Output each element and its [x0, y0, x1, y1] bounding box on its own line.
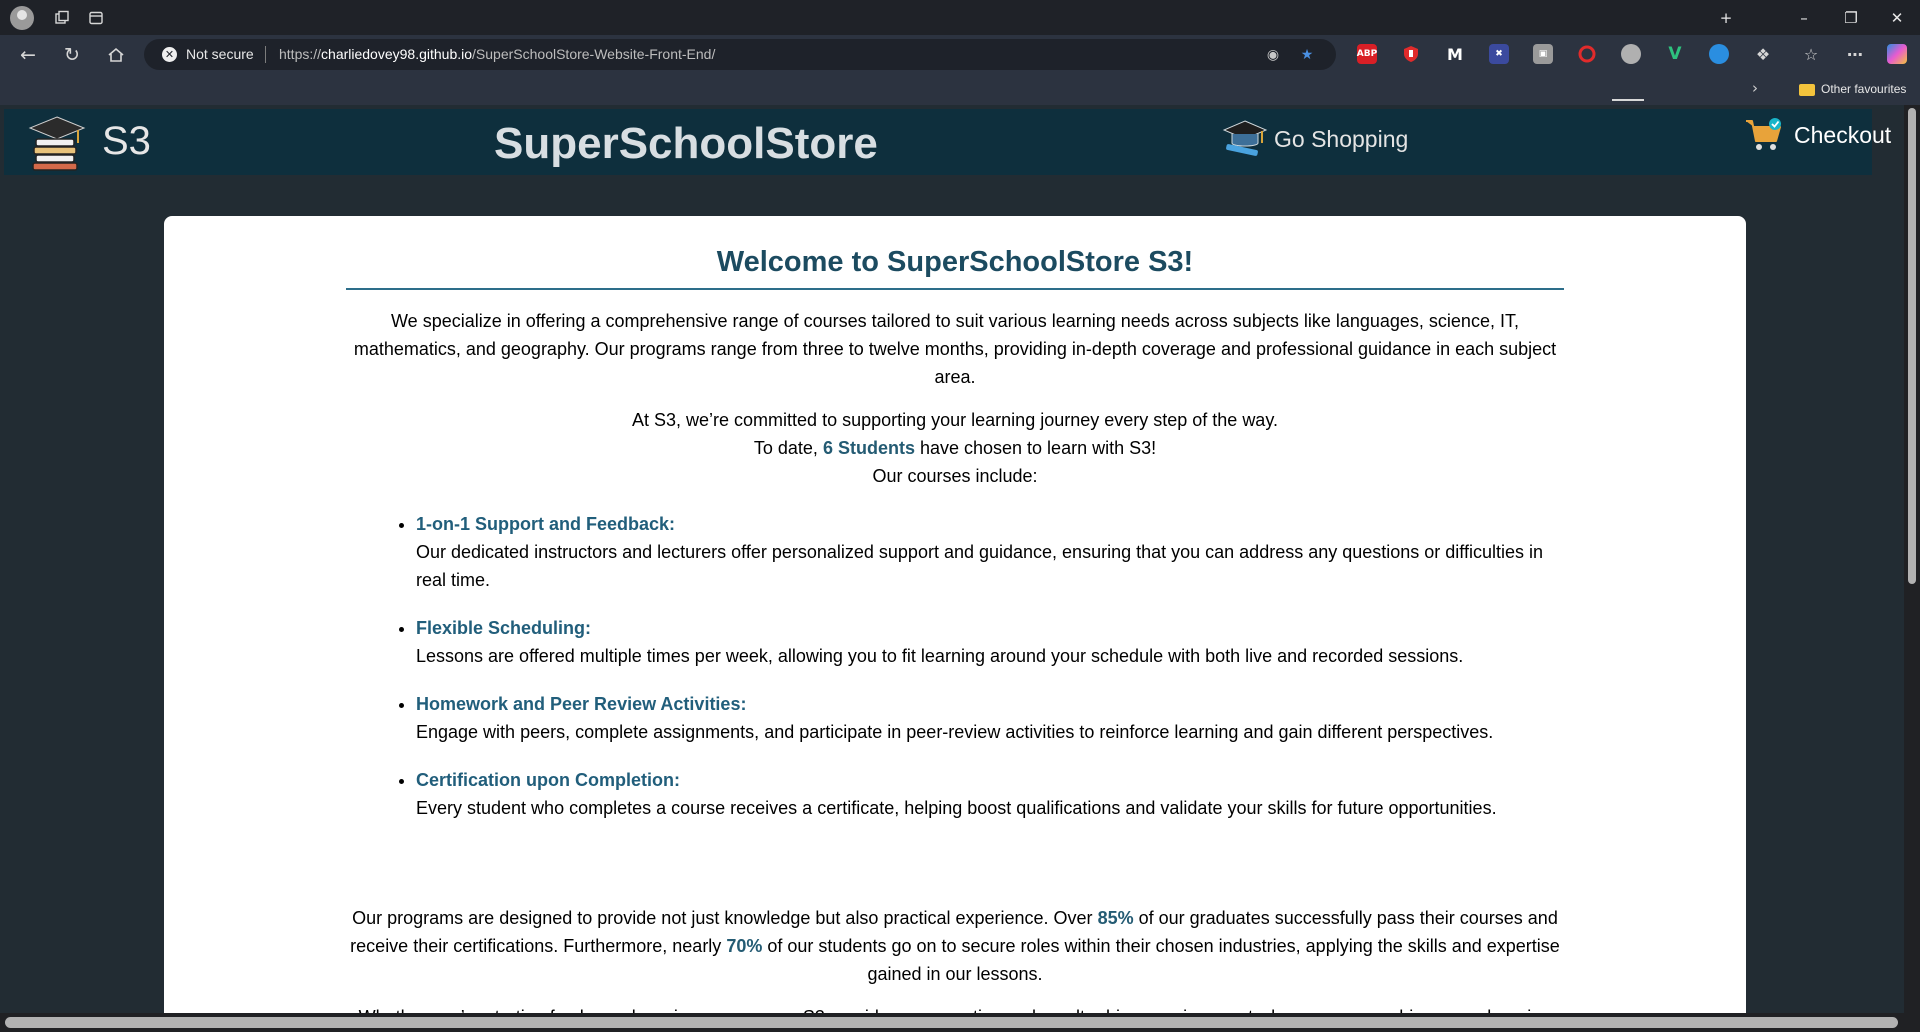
vertical-scrollbar-thumb[interactable]: [1908, 108, 1916, 584]
feature-text: Engage with peers, complete assignments,…: [416, 722, 1494, 742]
home-icon[interactable]: [102, 41, 130, 69]
page-title: Welcome to SuperSchoolStore S3!: [346, 243, 1564, 290]
student-count: 6 Students: [822, 438, 915, 458]
favorites-icon[interactable]: ☆: [1801, 44, 1821, 64]
address-bar[interactable]: ✕ Not secure https://charliedovey98.gith…: [144, 39, 1336, 70]
not-secure-icon[interactable]: ✕: [162, 47, 177, 62]
workspaces-icon[interactable]: [50, 6, 74, 30]
commitment-text: At S3, we’re committed to supporting you…: [632, 410, 1278, 430]
url-text[interactable]: https://charliedovey98.github.io/SuperSc…: [279, 46, 715, 62]
reading-mode-icon[interactable]: ◉: [1262, 44, 1284, 66]
list-item: Certification upon Completion: Every stu…: [416, 766, 1564, 822]
feature-text: Every student who completes a course rec…: [416, 798, 1497, 818]
shopping-cart-icon: [1746, 118, 1781, 150]
extensions-puzzle-icon[interactable]: ❖: [1753, 44, 1773, 64]
books-graduation-cap-icon[interactable]: [28, 115, 86, 171]
commitment-paragraph: At S3, we’re committed to supporting you…: [346, 406, 1564, 490]
feature-text: Lessons are offered multiple times per w…: [416, 646, 1464, 666]
copilot-icon[interactable]: [1887, 44, 1907, 64]
favorite-star-icon[interactable]: ★: [1296, 44, 1318, 66]
nav-go-shopping[interactable]: Go Shopping: [1222, 119, 1408, 159]
features-list: 1-on-1 Support and Feedback: Our dedicat…: [346, 510, 1564, 822]
feature-text: Our dedicated instructors and lecturers …: [416, 542, 1544, 590]
chevron-right-icon[interactable]: ›: [1752, 79, 1758, 97]
date-suffix: have chosen to learn with S3!: [919, 438, 1157, 458]
date-prefix: To date,: [753, 438, 818, 458]
grey-square-extension-icon[interactable]: ▣: [1533, 44, 1553, 64]
back-icon[interactable]: ←: [14, 41, 42, 69]
feature-title: Certification upon Completion:: [416, 770, 680, 790]
nav-go-shopping-label[interactable]: Go Shopping: [1274, 126, 1408, 153]
site-header: S3 SuperSchoolStore Go Shopping Checkout: [4, 109, 1891, 175]
nav-checkout[interactable]: Checkout: [1744, 117, 1891, 153]
new-tab-icon[interactable]: +: [1703, 4, 1749, 32]
refresh-icon[interactable]: ↻: [58, 41, 86, 69]
address-divider: [265, 46, 266, 63]
minimize-icon[interactable]: –: [1781, 4, 1827, 32]
welcome-card: Welcome to SuperSchoolStore S3! We speci…: [164, 216, 1746, 1032]
restore-icon[interactable]: ❐: [1828, 4, 1874, 32]
blue-x-extension-icon[interactable]: ✖: [1489, 44, 1509, 64]
feature-title: Homework and Peer Review Activities:: [416, 694, 747, 714]
list-item: 1-on-1 Support and Feedback: Our dedicat…: [416, 510, 1564, 594]
employment-rate: 70%: [726, 936, 763, 956]
malwarebytes-icon[interactable]: M: [1445, 44, 1465, 64]
feature-title: Flexible Scheduling:: [416, 618, 592, 638]
green-v-extension-icon[interactable]: V: [1665, 44, 1685, 64]
avatar-extension-icon[interactable]: [1621, 44, 1641, 64]
horizontal-scrollbar[interactable]: [0, 1013, 1904, 1032]
vertical-scrollbar[interactable]: [1904, 105, 1920, 1032]
blue-drop-extension-icon[interactable]: [1709, 44, 1729, 64]
folder-icon[interactable]: [1799, 84, 1815, 96]
nav-checkout-label[interactable]: Checkout: [1794, 122, 1891, 149]
red-shield-extension-icon[interactable]: [1401, 44, 1421, 64]
list-item: Flexible Scheduling: Lessons are offered…: [416, 614, 1564, 670]
adblock-plus-icon[interactable]: ABP: [1357, 44, 1377, 64]
brand-short-name[interactable]: S3: [102, 119, 151, 164]
pass-rate: 85%: [1097, 908, 1134, 928]
outcomes-paragraph: Our programs are designed to provide not…: [346, 904, 1564, 988]
graduation-cap-icon: [1222, 120, 1268, 156]
close-icon[interactable]: ✕: [1874, 4, 1920, 32]
bookmark-folder-label[interactable]: Other favourites: [1821, 82, 1906, 96]
welcome-content: Welcome to SuperSchoolStore S3! We speci…: [346, 216, 1564, 1032]
intro-paragraph: We specialize in offering a comprehensiv…: [353, 311, 1557, 387]
security-label[interactable]: Not secure: [186, 46, 254, 62]
outcomes-text-3: of our students go on to secure roles wi…: [767, 936, 1560, 984]
outcomes-text-1: Our programs are designed to provide not…: [352, 908, 1093, 928]
profile-avatar-icon[interactable]: [10, 6, 34, 30]
feature-title: 1-on-1 Support and Feedback:: [416, 514, 676, 534]
page-viewport: S3 SuperSchoolStore Go Shopping Checkout: [0, 105, 1920, 1032]
horizontal-scrollbar-thumb[interactable]: [5, 1017, 1898, 1028]
red-circle-extension-icon[interactable]: [1577, 44, 1597, 64]
browser-tab-strip: + – ❐ ✕: [0, 0, 1920, 35]
site-title[interactable]: SuperSchoolStore: [494, 119, 878, 169]
more-menu-icon[interactable]: ⋯: [1845, 44, 1865, 64]
courses-intro: Our courses include:: [872, 466, 1038, 486]
list-item: Homework and Peer Review Activities: Eng…: [416, 690, 1564, 746]
tab-actions-icon[interactable]: [84, 6, 108, 30]
tab-indicator: [1612, 99, 1644, 101]
